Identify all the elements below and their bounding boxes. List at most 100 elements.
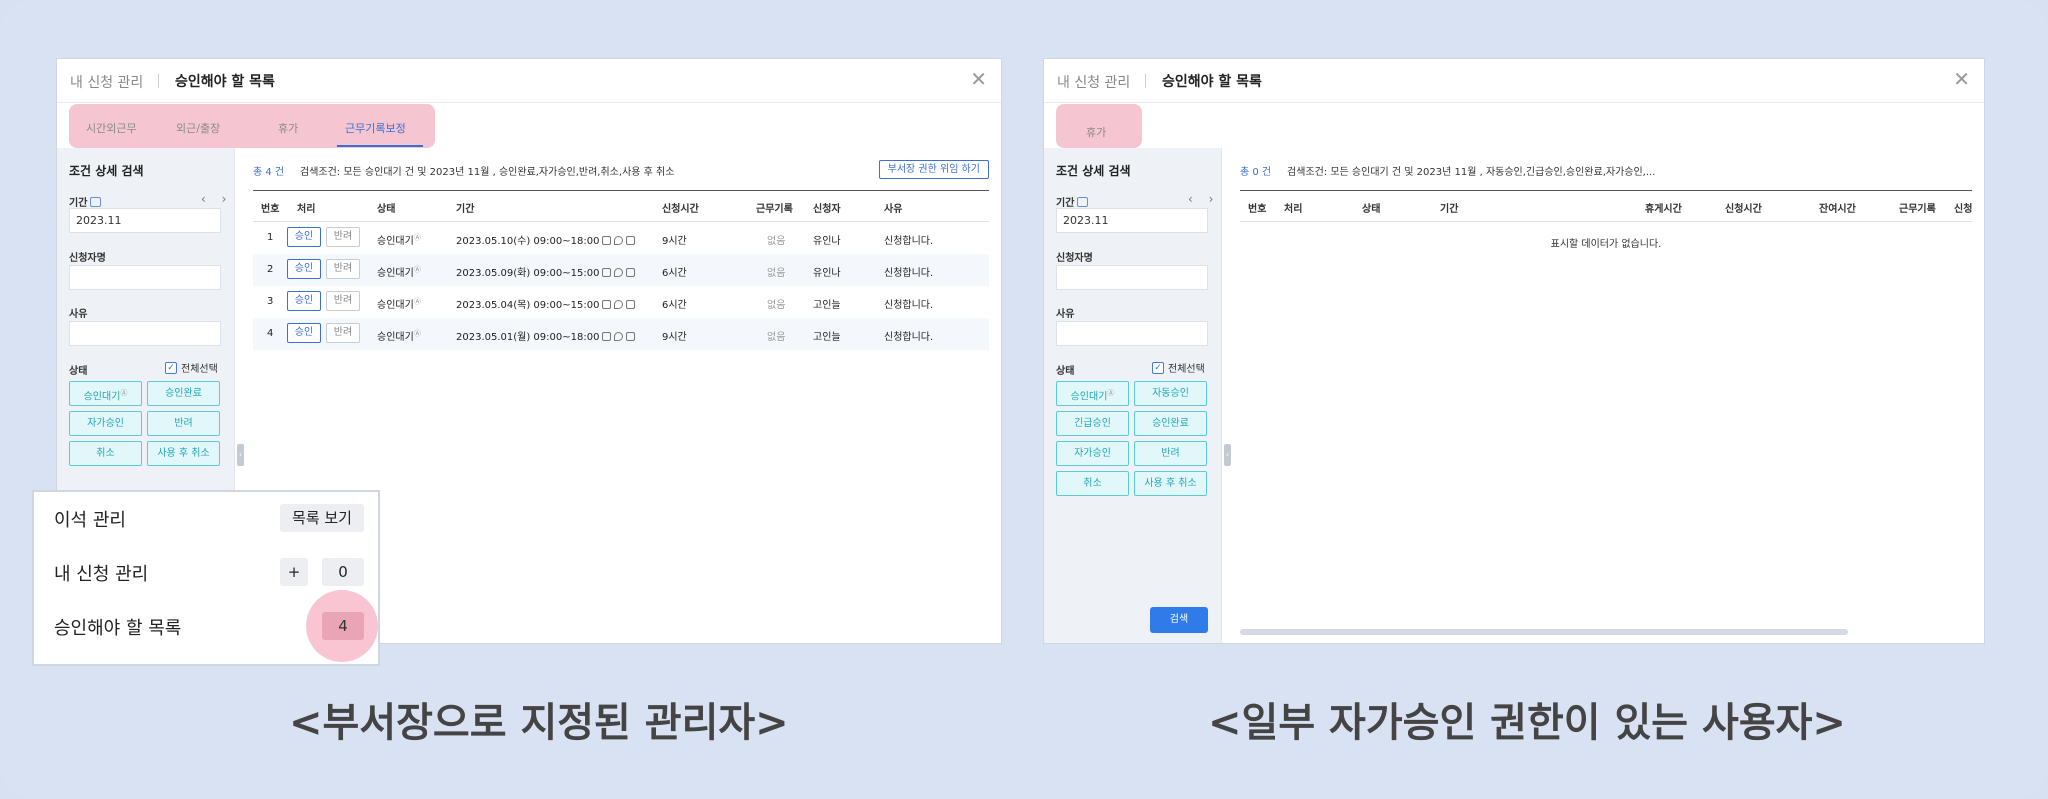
table-row: 3 승인 반려 승인대기Ⓐ 2023.05.04(목) 09:00~15:00 … [253, 286, 989, 318]
location-icon[interactable] [614, 268, 624, 277]
table-header: 번호 처리 상태 기간 신청시간 근무기록 신청자 사유 [253, 190, 989, 222]
reject-button[interactable]: 반려 [326, 323, 360, 343]
reason-input[interactable] [1056, 321, 1208, 346]
info-icon: Ⓐ [413, 233, 421, 242]
period-input[interactable]: 2023.11 [69, 208, 221, 233]
chip-self-approved[interactable]: 자가승인 [1056, 441, 1129, 466]
approval-list-count[interactable]: 4 [322, 612, 364, 640]
close-icon[interactable]: ✕ [970, 67, 987, 91]
location-icon[interactable] [614, 300, 624, 309]
sidebar-collapse-handle[interactable]: ‹ [237, 444, 244, 466]
checkbox-icon: ✓ [165, 361, 177, 374]
chip-cancel-after-use[interactable]: 사용 후 취소 [147, 441, 220, 466]
col-action: 처리 [1284, 204, 1303, 215]
sidebar-collapse-handle[interactable]: ‹ [1224, 444, 1231, 466]
result-count: 총 0 건 [1240, 167, 1272, 178]
my-requests-count[interactable]: 0 [322, 558, 364, 586]
location-icon[interactable] [614, 236, 624, 245]
row-status: 승인대기Ⓐ [377, 297, 421, 311]
plus-icon[interactable]: + [280, 558, 308, 586]
row-hours: 9시간 [662, 332, 687, 343]
calendar-icon[interactable] [90, 197, 102, 207]
col-period: 기간 [1440, 204, 1459, 215]
chip-urgent-approved[interactable]: 긴급승인 [1056, 411, 1129, 436]
chip-pending[interactable]: 승인대기Ⓐ [69, 381, 142, 406]
approve-button[interactable]: 승인 [287, 259, 321, 279]
row-period: 2023.05.10(수) 09:00~18:00 [456, 232, 636, 247]
memo-icon[interactable] [626, 236, 636, 245]
memo-icon[interactable] [626, 268, 636, 277]
info-icon: Ⓐ [413, 265, 421, 274]
tab-vacation[interactable]: 휴가 [1086, 124, 1106, 140]
delegate-authority-button[interactable]: 부서장 권한 위임 하기 [878, 160, 989, 179]
quick-menu-card: 이석 관리 목록 보기 내 신청 관리 + 0 승인해야 할 목록 4 [32, 490, 380, 666]
chip-pending[interactable]: 승인대기Ⓐ [1056, 381, 1129, 406]
col-break-time: 휴게시간 [1645, 204, 1682, 215]
close-icon[interactable]: ✕ [1953, 67, 1970, 91]
period-nav-arrows[interactable]: ‹ › [201, 192, 232, 206]
applicant-input[interactable] [1056, 265, 1208, 290]
approve-button[interactable]: 승인 [287, 227, 321, 247]
filter-sidebar: 조건 상세 검색 기간 ‹ › 2023.11 신청자명 사유 상태 ✓ 전체선택… [1044, 148, 1222, 643]
result-count: 총 4 건 [253, 167, 285, 178]
period-input[interactable]: 2023.11 [1056, 208, 1208, 233]
chip-auto-approved[interactable]: 자동승인 [1134, 381, 1207, 406]
results-area: 총 0 건 검색조건: 모든 승인대기 건 및 2023년 11월 , 자동승인… [1240, 148, 1972, 643]
approve-button[interactable]: 승인 [287, 323, 321, 343]
row-record: 없음 [767, 332, 786, 343]
memo-icon[interactable] [626, 300, 636, 309]
active-tab-indicator [337, 145, 423, 147]
select-all-checkbox[interactable]: ✓ 전체선택 [1152, 360, 1205, 375]
calendar-icon[interactable] [602, 300, 612, 309]
tab-overtime[interactable]: 시간외근무 [86, 120, 137, 136]
seat-away-label: 이석 관리 [54, 510, 126, 531]
info-icon: Ⓐ [120, 389, 128, 397]
tab-outside-work[interactable]: 외근/출장 [176, 120, 220, 136]
tab-my-requests[interactable]: 내 신청 관리 [1057, 72, 1130, 92]
status-label: 상태 [69, 366, 88, 377]
calendar-icon[interactable] [602, 332, 612, 341]
row-period: 2023.05.09(화) 09:00~15:00 [456, 264, 636, 279]
chip-approved[interactable]: 승인완료 [1134, 411, 1207, 436]
chip-rejected[interactable]: 반려 [1134, 441, 1207, 466]
reject-button[interactable]: 반려 [326, 291, 360, 311]
approve-button[interactable]: 승인 [287, 291, 321, 311]
tab-my-requests[interactable]: 내 신청 관리 [70, 72, 143, 92]
chip-cancel-after-use[interactable]: 사용 후 취소 [1134, 471, 1207, 496]
table-row: 2 승인 반려 승인대기Ⓐ 2023.05.09(화) 09:00~15:00 … [253, 254, 989, 286]
reason-input[interactable] [69, 321, 221, 346]
horizontal-scrollbar[interactable] [1240, 629, 1848, 635]
chip-cancelled[interactable]: 취소 [69, 441, 142, 466]
row-applicant: 유인나 [813, 268, 841, 279]
calendar-icon[interactable] [1077, 197, 1089, 207]
search-button[interactable]: 검색 [1150, 607, 1208, 633]
tab-work-record-correction[interactable]: 근무기록보정 [345, 120, 406, 136]
info-icon: Ⓐ [413, 297, 421, 306]
status-label: 상태 [1056, 366, 1075, 377]
col-status: 상태 [1362, 204, 1381, 215]
row-applicant: 고인늘 [813, 332, 841, 343]
row-reason: 신청합니다. [884, 268, 934, 279]
col-request-hours: 신청시간 [1725, 204, 1762, 215]
select-all-checkbox[interactable]: ✓ 전체선택 [165, 360, 218, 375]
tab-approval-list[interactable]: 승인해야 할 목록 [1162, 71, 1262, 91]
chip-approved[interactable]: 승인완료 [147, 381, 220, 406]
period-nav-arrows[interactable]: ‹ › [1188, 192, 1219, 206]
memo-icon[interactable] [626, 332, 636, 341]
chip-cancelled[interactable]: 취소 [1056, 471, 1129, 496]
applicant-input[interactable] [69, 265, 221, 290]
category-tabs: 시간외근무 외근/출장 휴가 근무기록보정 [69, 104, 435, 148]
calendar-icon[interactable] [602, 268, 612, 277]
view-list-button[interactable]: 목록 보기 [280, 504, 364, 532]
reject-button[interactable]: 반려 [326, 227, 360, 247]
empty-message: 표시할 데이터가 없습니다. [1550, 239, 1662, 250]
location-icon[interactable] [614, 332, 624, 341]
filter-title: 조건 상세 검색 [1056, 164, 1131, 178]
chip-self-approved[interactable]: 자가승인 [69, 411, 142, 436]
reject-button[interactable]: 반려 [326, 259, 360, 279]
chip-rejected[interactable]: 반려 [147, 411, 220, 436]
calendar-icon[interactable] [602, 236, 612, 245]
search-conditions: 검색조건: 모든 승인대기 건 및 2023년 11월 , 승인완료,자가승인,… [300, 167, 675, 178]
tab-vacation[interactable]: 휴가 [278, 120, 298, 136]
tab-approval-list[interactable]: 승인해야 할 목록 [175, 71, 275, 91]
